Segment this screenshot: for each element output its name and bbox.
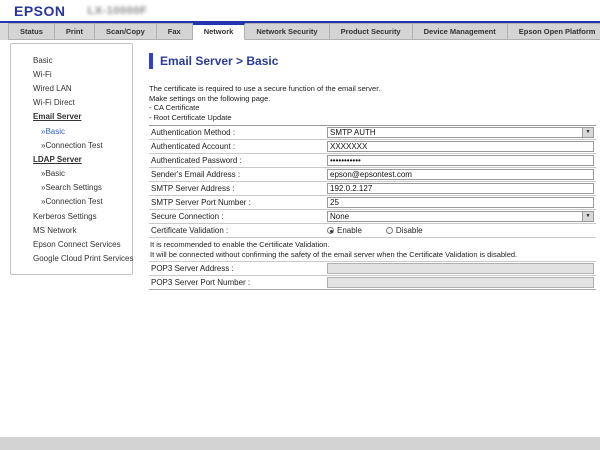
form-row: SMTP Server Port Number : — [149, 196, 596, 210]
sidebar-item-epson-connect-services[interactable]: Epson Connect Services — [11, 237, 132, 251]
authenticated-password-field — [327, 154, 596, 168]
certificate-validation-field: Enable Disable — [327, 224, 596, 238]
web-config-page: EPSON LX-10000F StatusPrintScan/CopyFaxN… — [0, 0, 600, 450]
smtp-server-port-number-input[interactable] — [327, 197, 594, 208]
footer-strip — [0, 437, 600, 450]
form-row: Authentication Method :SMTP AUTH ▼ — [149, 126, 596, 140]
description: The certificate is required to use a sec… — [149, 84, 596, 122]
tab-device-management[interactable]: Device Management — [413, 23, 508, 40]
tab-network-security[interactable]: Network Security — [245, 23, 329, 40]
page-title: Email Server > Basic — [160, 54, 278, 68]
selected-value: None — [330, 212, 349, 221]
secure-connection-label: Secure Connection : — [149, 210, 327, 224]
authenticated-password-input[interactable] — [327, 155, 594, 166]
smtp-server-address-input[interactable] — [327, 183, 594, 194]
authenticated-account-input[interactable] — [327, 141, 594, 152]
sidebar-nav: BasicWi-FiWired LANWi-Fi DirectEmail Ser… — [10, 43, 133, 275]
form-row: Certificate Validation : Enable Disable — [149, 224, 596, 238]
sidebar-item-basic[interactable]: Basic — [11, 53, 132, 67]
epson-logo: EPSON — [14, 3, 66, 19]
sidebar-item-connection-test[interactable]: »Connection Test — [11, 195, 132, 209]
sidebar-item-kerberos-settings[interactable]: Kerberos Settings — [11, 209, 132, 223]
description-line: Make settings on the following page. — [149, 94, 596, 104]
pop3-server-port-number-input — [327, 277, 594, 288]
authentication-method-select[interactable]: SMTP AUTH ▼ — [327, 127, 594, 138]
senders-email-address-input[interactable] — [327, 169, 594, 180]
secure-connection-field: None ▼ — [327, 210, 596, 224]
tab-status[interactable]: Status — [8, 23, 55, 40]
sidebar-item-ms-network[interactable]: MS Network — [11, 223, 132, 237]
pop3-server-port-number-field — [327, 276, 596, 290]
tab-print[interactable]: Print — [55, 23, 95, 40]
tab-bar: StatusPrintScan/CopyFaxNetworkNetwork Se… — [0, 23, 600, 40]
sidebar-item-basic[interactable]: »Basic — [11, 167, 132, 181]
senders-email-address-label: Sender's Email Address : — [149, 168, 327, 182]
content-area: BasicWi-FiWired LANWi-Fi DirectEmail Ser… — [0, 40, 600, 450]
smtp-server-port-number-field — [327, 196, 596, 210]
secure-connection-select[interactable]: None ▼ — [327, 211, 594, 222]
form-row: It is recommended to enable the Certific… — [149, 238, 596, 262]
form-row: POP3 Server Address : — [149, 262, 596, 276]
chevron-down-icon[interactable]: ▼ — [582, 128, 593, 137]
sidebar-item-wi-fi-direct[interactable]: Wi-Fi Direct — [11, 96, 132, 110]
radio-enable[interactable]: Enable — [327, 226, 362, 235]
form-row: SMTP Server Address : — [149, 182, 596, 196]
sidebar-item-wired-lan[interactable]: Wired LAN — [11, 81, 132, 95]
tab-scan-copy[interactable]: Scan/Copy — [95, 23, 157, 40]
pop3-server-address-label: POP3 Server Address : — [149, 262, 327, 276]
authenticated-account-field — [327, 140, 596, 154]
sidebar-item-basic[interactable]: »Basic — [11, 124, 132, 138]
senders-email-address-field — [327, 168, 596, 182]
pop3-server-port-number-label: POP3 Server Port Number : — [149, 276, 327, 290]
tab-fax[interactable]: Fax — [157, 23, 193, 40]
sidebar-item-search-settings[interactable]: »Search Settings — [11, 181, 132, 195]
radio-label: Disable — [396, 226, 423, 235]
form-row: Authenticated Account : — [149, 140, 596, 154]
authentication-method-label: Authentication Method : — [149, 126, 327, 140]
description-line: - Root Certificate Update — [149, 113, 596, 123]
certificate-validation-radio-group: Enable Disable — [327, 225, 594, 236]
sidebar-item-email-server[interactable]: Email Server — [11, 110, 132, 124]
title-row: Email Server > Basic — [149, 53, 596, 69]
description-line: The certificate is required to use a sec… — [149, 84, 596, 94]
settings-form: Authentication Method :SMTP AUTH▼Authent… — [149, 125, 596, 290]
smtp-server-address-field — [327, 182, 596, 196]
description-line: - CA Certificate — [149, 103, 596, 113]
authentication-method-field: SMTP AUTH ▼ — [327, 126, 596, 140]
authenticated-password-label: Authenticated Password : — [149, 154, 327, 168]
tab-network[interactable]: Network — [193, 23, 246, 40]
chevron-down-icon[interactable]: ▼ — [582, 212, 593, 221]
sidebar-item-wi-fi[interactable]: Wi-Fi — [11, 67, 132, 81]
app-header: EPSON LX-10000F — [0, 0, 600, 21]
certificate-validation-label: Certificate Validation : — [149, 224, 327, 238]
radio-label: Enable — [337, 226, 362, 235]
main-panel: Email Server > Basic The certificate is … — [149, 40, 596, 450]
radio-icon[interactable] — [386, 227, 393, 234]
sidebar-item-ldap-server[interactable]: LDAP Server — [11, 152, 132, 166]
authenticated-account-label: Authenticated Account : — [149, 140, 327, 154]
pop3-server-address-input — [327, 263, 594, 274]
note-text: It is recommended to enable the Certific… — [149, 238, 596, 262]
sidebar-item-google-cloud-print-services[interactable]: Google Cloud Print Services — [11, 252, 132, 266]
title-accent-bar — [149, 53, 153, 69]
form-row: POP3 Server Port Number : — [149, 276, 596, 290]
tab-product-security[interactable]: Product Security — [330, 23, 413, 40]
form-row: Authenticated Password : — [149, 154, 596, 168]
sidebar-item-connection-test[interactable]: »Connection Test — [11, 138, 132, 152]
model-name-blurred: LX-10000F — [88, 5, 148, 17]
selected-value: SMTP AUTH — [330, 128, 376, 137]
smtp-server-port-number-label: SMTP Server Port Number : — [149, 196, 327, 210]
radio-disable[interactable]: Disable — [386, 226, 423, 235]
tab-epson-open-platform[interactable]: Epson Open Platform — [508, 23, 600, 40]
radio-icon[interactable] — [327, 227, 334, 234]
pop3-server-address-field — [327, 262, 596, 276]
form-row: Sender's Email Address : — [149, 168, 596, 182]
form-row: Secure Connection :None ▼ — [149, 210, 596, 224]
smtp-server-address-label: SMTP Server Address : — [149, 182, 327, 196]
